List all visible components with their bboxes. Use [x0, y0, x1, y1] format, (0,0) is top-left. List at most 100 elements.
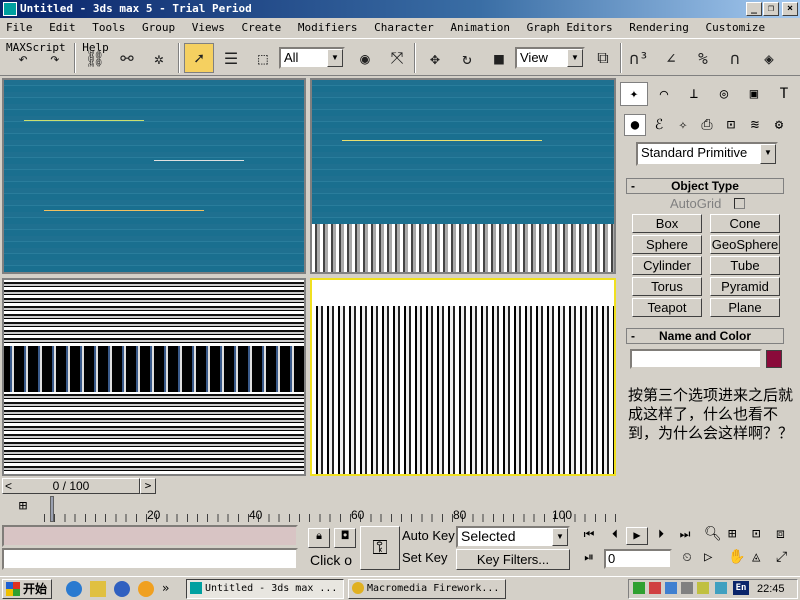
display-tab-icon[interactable]: ▣ — [740, 82, 768, 106]
scale-axis-icon[interactable]: ⤧ — [382, 43, 412, 73]
spacewarps-icon[interactable]: ≋ — [744, 114, 766, 136]
current-frame-input[interactable]: 0 — [604, 549, 672, 569]
taskbar-item-3dsmax[interactable]: Untitled - 3ds max ... — [186, 579, 344, 599]
teapot-button[interactable]: Teapot — [632, 298, 702, 317]
bind-spacewarp-icon[interactable]: ✲ — [144, 43, 174, 73]
link-icon[interactable]: ⛓ — [80, 43, 110, 73]
render-icon[interactable]: ◈ — [754, 43, 784, 73]
modify-tab-icon[interactable]: ⌒ — [650, 82, 678, 106]
cameras-icon[interactable]: ⎙ — [696, 114, 718, 136]
menu-views[interactable]: Views — [192, 21, 225, 34]
previous-frame-icon[interactable]: ⏴ — [604, 527, 626, 545]
ie-icon[interactable] — [66, 581, 82, 597]
unlink-icon[interactable]: ⚯ — [112, 43, 142, 73]
selection-filter-select[interactable]: All ▼ — [279, 47, 345, 69]
zoom-all-icon[interactable]: ⊞ — [728, 526, 750, 546]
name-color-rollout-header[interactable]: - Name and Color — [626, 328, 784, 344]
next-frame-icon[interactable]: ⏵ — [650, 527, 672, 545]
menu-group[interactable]: Group — [142, 21, 175, 34]
start-button[interactable]: 开始 — [2, 579, 52, 599]
plane-button[interactable]: Plane — [710, 298, 780, 317]
utilities-tab-icon[interactable]: T — [770, 82, 798, 106]
select-manipulate-icon[interactable]: ◉ — [350, 43, 380, 73]
minimize-button[interactable]: _ — [746, 2, 762, 16]
outlook-icon[interactable] — [90, 581, 106, 597]
percent-snap-icon[interactable]: % — [688, 43, 718, 73]
player-icon[interactable] — [138, 581, 154, 597]
region-select-icon[interactable]: ⬚ — [248, 43, 278, 73]
mirror-icon[interactable]: ⧉ — [588, 43, 618, 73]
selection-lock-icon[interactable]: ◘ — [334, 528, 356, 548]
network-icon[interactable] — [681, 582, 693, 594]
chevron-left-icon[interactable]: < — [5, 479, 12, 493]
restore-button[interactable]: ❐ — [763, 2, 779, 16]
move-icon[interactable]: ✥ — [420, 43, 450, 73]
menu-graph-editors[interactable]: Graph Editors — [527, 21, 613, 34]
go-to-end-icon[interactable]: ⏭ — [674, 527, 696, 545]
select-by-name-icon[interactable]: ☰ — [216, 43, 246, 73]
chevron-double-right-icon[interactable]: » — [162, 581, 169, 595]
cylinder-button[interactable]: Cylinder — [632, 256, 702, 275]
autogrid-checkbox[interactable] — [734, 198, 745, 209]
torus-button[interactable]: Torus — [632, 277, 702, 296]
menu-animation[interactable]: Animation — [450, 21, 510, 34]
zoom-extents-icon[interactable]: ⊡ — [752, 526, 774, 546]
maxscript-listener[interactable] — [2, 525, 298, 547]
key-mode-toggle-icon[interactable]: ⏯ — [578, 550, 600, 568]
box-button[interactable]: Box — [632, 214, 702, 233]
angle-snap-icon[interactable]: ∠ — [656, 43, 686, 73]
volume-icon[interactable] — [697, 582, 709, 594]
tray-icon[interactable] — [715, 582, 727, 594]
app-icon[interactable] — [3, 2, 17, 16]
menu-character[interactable]: Character — [374, 21, 434, 34]
zoom-icon[interactable]: 🔍︎ — [704, 526, 726, 546]
viewport-front[interactable] — [310, 78, 616, 274]
viewport-left[interactable] — [2, 278, 306, 476]
taskbar-item-fireworks[interactable]: Macromedia Firework... — [348, 579, 506, 599]
menu-create[interactable]: Create — [242, 21, 282, 34]
hierarchy-tab-icon[interactable]: ⊥ — [680, 82, 708, 106]
track-bar-icon[interactable]: ⊞ — [8, 498, 38, 520]
status-prompt-field[interactable] — [2, 548, 298, 570]
chevron-right-icon[interactable]: > — [140, 478, 156, 494]
go-to-start-icon[interactable]: ⏮ — [578, 527, 600, 545]
field-of-view-icon[interactable]: ▷ — [704, 549, 726, 569]
scale-icon[interactable]: ■ — [484, 43, 514, 73]
lock-icon[interactable]: 🔒︎ — [308, 528, 330, 548]
systems-icon[interactable]: ⚙ — [768, 114, 790, 136]
object-name-input[interactable] — [630, 349, 762, 369]
viewport-top[interactable] — [2, 78, 306, 274]
object-type-rollout-header[interactable]: - Object Type — [626, 178, 784, 194]
geometry-icon[interactable]: ● — [624, 114, 646, 136]
snap-icon[interactable]: ∩³ — [624, 43, 654, 73]
pan-icon[interactable]: ✋ — [728, 549, 750, 569]
motion-tab-icon[interactable]: ◎ — [710, 82, 738, 106]
redo-icon[interactable]: ↷ — [40, 43, 70, 73]
tray-icon[interactable] — [633, 582, 645, 594]
time-slider[interactable]: < 0 / 100 — [2, 478, 140, 494]
tray-icon[interactable] — [649, 582, 661, 594]
maximize-viewport-icon[interactable]: ⤢ — [776, 549, 798, 569]
time-config-icon[interactable]: ⏲ — [676, 550, 698, 568]
tube-button[interactable]: Tube — [710, 256, 780, 275]
menu-tools[interactable]: Tools — [92, 21, 125, 34]
zoom-extents-all-icon[interactable]: ⧈ — [776, 526, 798, 546]
spinner-snap-icon[interactable]: ∩ — [720, 43, 750, 73]
play-icon[interactable]: ▶ — [626, 527, 648, 545]
object-color-swatch[interactable] — [766, 350, 782, 368]
primitive-type-select[interactable]: Standard Primitive ▼ — [636, 142, 778, 166]
helpers-icon[interactable]: ⊡ — [720, 114, 742, 136]
lights-icon[interactable]: ✧ — [672, 114, 694, 136]
track-bar[interactable] — [44, 496, 616, 522]
cone-button[interactable]: Cone — [710, 214, 780, 233]
menu-file[interactable]: File — [6, 21, 33, 34]
language-indicator[interactable]: En — [733, 581, 749, 595]
media-icon[interactable] — [114, 581, 130, 597]
rotate-icon[interactable]: ↻ — [452, 43, 482, 73]
shapes-icon[interactable]: ℰ — [648, 114, 670, 136]
select-icon[interactable]: ➚ — [184, 43, 214, 73]
arc-rotate-icon[interactable]: ◬ — [752, 549, 774, 569]
menu-modifiers[interactable]: Modifiers — [298, 21, 358, 34]
key-icon[interactable]: ⚿ — [360, 526, 400, 570]
tray-icon[interactable] — [665, 582, 677, 594]
